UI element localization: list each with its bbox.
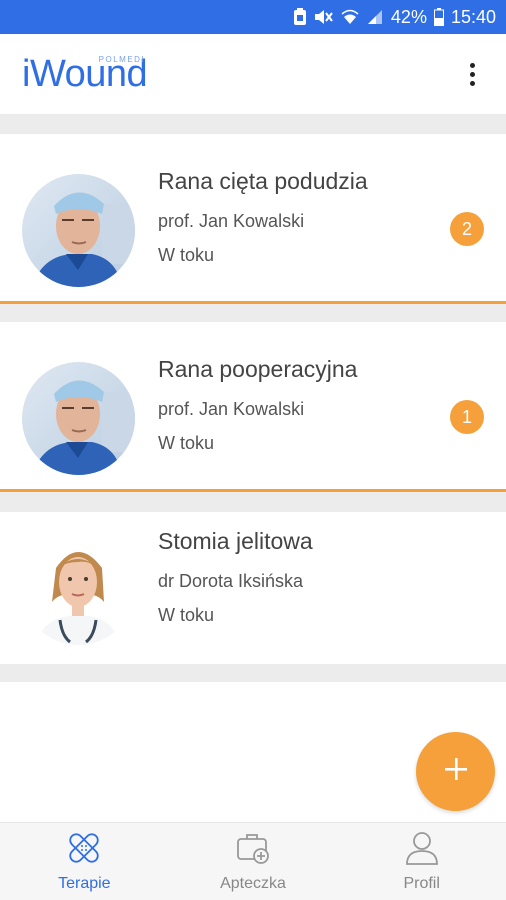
status-time: 15:40 xyxy=(450,6,496,27)
therapy-title: Stomia jelitowa xyxy=(158,528,313,554)
battery-percent: 42% xyxy=(390,6,427,27)
divider xyxy=(0,664,506,682)
card-text: Stomia jelitowa dr Dorota Iksińska W tok… xyxy=(158,528,313,626)
nav-profil[interactable]: Profil xyxy=(337,823,506,900)
divider xyxy=(0,492,506,512)
therapy-status: W toku xyxy=(158,605,215,625)
doctor-name: prof. Jan Kowalski xyxy=(158,399,305,419)
avatar xyxy=(22,532,135,645)
signal-icon xyxy=(366,8,384,26)
therapy-status: W toku xyxy=(158,433,215,453)
notification-badge: 1 xyxy=(450,400,484,434)
therapy-card[interactable]: Rana pooperacyjna prof. Jan Kowalski W t… xyxy=(0,322,506,492)
bandage-icon xyxy=(66,830,102,871)
plus-icon xyxy=(444,758,467,785)
divider xyxy=(0,114,506,134)
doctor-name: dr Dorota Iksińska xyxy=(158,571,304,591)
avatar xyxy=(22,174,135,287)
card-text: Rana pooperacyjna prof. Jan Kowalski W t… xyxy=(158,356,357,454)
mute-icon xyxy=(314,8,334,26)
therapy-list: Rana cięta podudzia prof. Jan Kowalski W… xyxy=(0,114,506,822)
bottom-nav: Terapie Apteczka Profil xyxy=(0,822,506,900)
app-bar: iWound POLMEDI xyxy=(0,34,506,114)
more-vert-icon[interactable] xyxy=(460,54,484,94)
divider xyxy=(0,304,506,322)
add-therapy-button[interactable] xyxy=(416,732,495,811)
nav-label: Terapie xyxy=(58,875,111,892)
therapy-card[interactable]: Rana cięta podudzia prof. Jan Kowalski W… xyxy=(0,134,506,304)
card-text: Rana cięta podudzia prof. Jan Kowalski W… xyxy=(158,168,368,266)
wifi-icon xyxy=(341,8,359,26)
therapy-title: Rana pooperacyjna xyxy=(158,356,358,382)
first-aid-kit-icon xyxy=(235,830,271,871)
battery-icon xyxy=(433,8,444,26)
status-bar: 42% 15:40 xyxy=(0,0,506,34)
therapy-status: W toku xyxy=(158,245,215,265)
notification-badge: 2 xyxy=(450,212,484,246)
app-logo: iWound POLMEDI xyxy=(22,44,148,104)
avatar xyxy=(22,362,135,475)
nav-label: Profil xyxy=(403,875,440,892)
user-icon xyxy=(404,830,440,871)
nav-label: Apteczka xyxy=(220,875,286,892)
therapy-title: Rana cięta podudzia xyxy=(158,168,368,194)
doctor-name: prof. Jan Kowalski xyxy=(158,211,305,231)
nav-apteczka[interactable]: Apteczka xyxy=(169,823,338,900)
therapy-card[interactable]: Stomia jelitowa dr Dorota Iksińska W tok… xyxy=(0,512,506,664)
nav-terapie[interactable]: Terapie xyxy=(0,823,169,900)
logo-subtext: POLMEDI xyxy=(98,55,146,64)
notification-icon xyxy=(293,8,307,26)
